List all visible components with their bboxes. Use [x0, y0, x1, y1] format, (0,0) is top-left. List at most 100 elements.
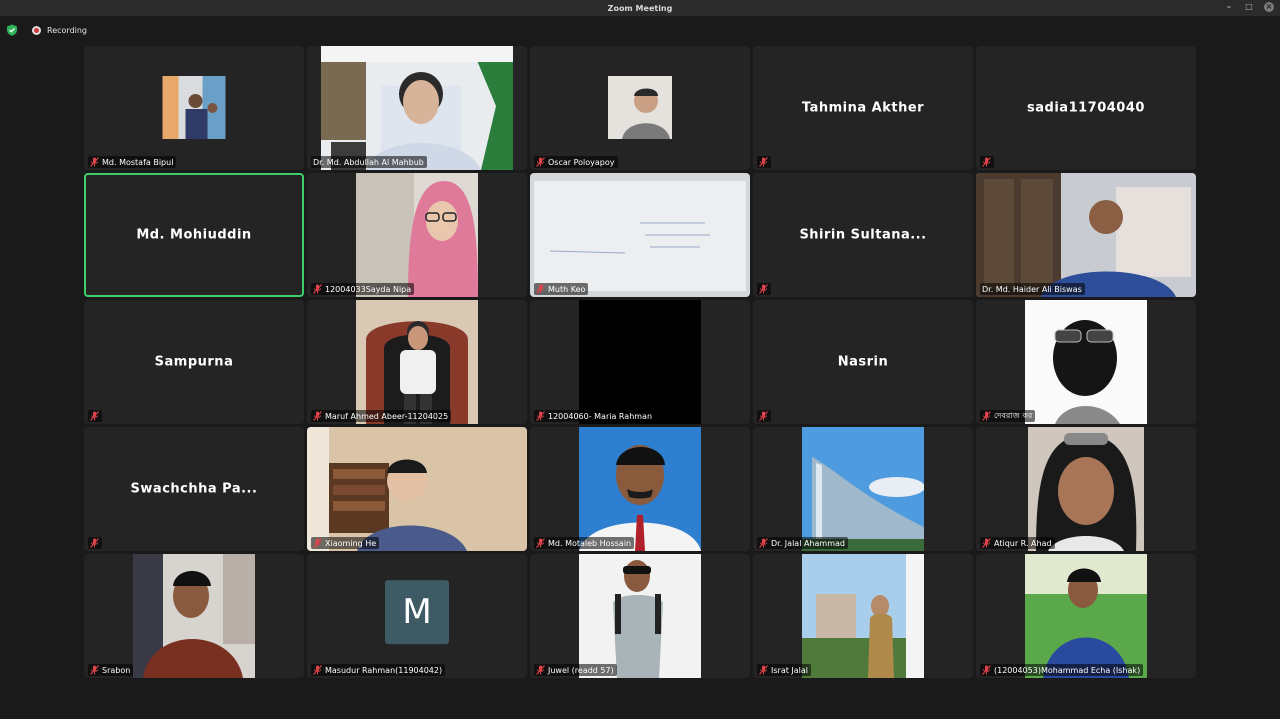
mic-muted-icon [982, 665, 991, 675]
mic-muted-icon [90, 157, 99, 167]
participant-tile[interactable]: Sampurna [84, 300, 304, 424]
participant-name-display: Sampurna [154, 354, 234, 370]
participant-tile[interactable]: Dr. Md. Haider Ali Biswas [976, 173, 1196, 297]
participant-name: Srabon [102, 665, 131, 675]
participant-name: Juwel (readd 57) [548, 665, 614, 675]
participant-video [579, 554, 701, 678]
participant-tile-active-speaker[interactable]: Md. Mohiuddin [84, 173, 304, 297]
participant-tile[interactable]: Md. Motaleb Hossain [530, 427, 750, 551]
participant-tile[interactable]: M Masudur Rahman(11904042) [307, 554, 527, 678]
mic-muted-icon [313, 284, 322, 294]
participant-name-display: Nasrin [837, 354, 889, 370]
participant-tile[interactable]: (12004053)Mohammad Echa (Ishak) [976, 554, 1196, 678]
mic-muted-icon [536, 665, 545, 675]
participant-video [1028, 427, 1144, 551]
mic-muted-icon [982, 411, 991, 421]
participant-video [802, 427, 924, 551]
participant-name: 12004060- Maria Rahman [548, 411, 653, 421]
participant-tile[interactable]: Tahmina Akther [753, 46, 973, 170]
window-controls: – □ × [1224, 2, 1274, 12]
participant-tile[interactable]: Dr. Jalal Ahammad [753, 427, 973, 551]
mic-muted-icon [759, 411, 768, 421]
recording-icon[interactable] [32, 25, 41, 35]
mic-muted-icon [536, 411, 545, 421]
recording-label: Recording [47, 25, 88, 35]
mic-muted-icon [536, 538, 545, 548]
mic-muted-icon [759, 284, 768, 294]
participant-name-display: Swachchha Pa... [130, 481, 258, 497]
participant-tile[interactable]: Oscar Poloyapoy [530, 46, 750, 170]
participant-video [321, 46, 513, 170]
mic-muted-icon [90, 538, 99, 548]
participant-name: Masudur Rahman(11904042) [325, 665, 443, 675]
participant-tile[interactable]: Md. Mostafa Bipul [84, 46, 304, 170]
mic-muted-icon [313, 665, 322, 675]
participant-video [530, 173, 750, 297]
mic-muted-icon [982, 538, 991, 548]
participant-video [608, 76, 672, 139]
participant-tile[interactable]: 12004033Sayda Nipa [307, 173, 527, 297]
participant-name-display: Shirin Sultana... [799, 227, 927, 243]
participant-tile[interactable]: Juwel (readd 57) [530, 554, 750, 678]
participant-video [1025, 300, 1147, 424]
participant-video [579, 427, 701, 551]
participant-tile[interactable]: Swachchha Pa... [84, 427, 304, 551]
participant-name: Dr. Md. Abdullah Al Mahbub [313, 157, 424, 167]
participant-name: Xiaoming He [325, 538, 377, 548]
participant-name: Md. Mostafa Bipul [102, 157, 174, 167]
meeting-toolbar: Recording [0, 16, 1280, 44]
maximize-icon[interactable]: □ [1244, 2, 1254, 12]
mic-muted-icon [759, 538, 768, 548]
participant-tile[interactable]: Dr. Md. Abdullah Al Mahbub [307, 46, 527, 170]
participant-tile[interactable]: দেবরাজ কর [976, 300, 1196, 424]
title-bar: Zoom Meeting – □ × [0, 0, 1280, 16]
participant-name-display: sadia11704040 [1027, 100, 1145, 116]
participant-video [579, 300, 701, 424]
participant-video [356, 300, 478, 424]
mic-muted-icon [759, 157, 768, 167]
participant-name: Oscar Poloyapoy [548, 157, 615, 167]
gallery-grid: Md. Mostafa Bipul Dr. Md. Abdullah Al Ma… [84, 46, 1196, 678]
participant-video [133, 554, 255, 678]
participant-name: Dr. Jalal Ahammad [771, 538, 845, 548]
participant-video [1025, 554, 1147, 678]
participant-name: Maruf Ahmed Abeer-11204025 [325, 411, 449, 421]
participant-name: Atiqur R. Ahad [994, 538, 1052, 548]
mic-muted-icon [90, 411, 99, 421]
mic-muted-icon [90, 665, 99, 675]
participant-name: Dr. Md. Haider Ali Biswas [982, 284, 1082, 294]
participant-video [976, 173, 1196, 297]
mic-muted-icon [536, 284, 545, 294]
participant-video [162, 76, 226, 139]
participant-name: Israt Jalal [771, 665, 809, 675]
participant-tile[interactable]: Muth Keo [530, 173, 750, 297]
participant-tile[interactable]: Srabon [84, 554, 304, 678]
participant-tile[interactable]: Shirin Sultana... [753, 173, 973, 297]
shield-icon[interactable] [6, 24, 18, 36]
mic-muted-icon [313, 538, 322, 548]
participant-tile[interactable]: Maruf Ahmed Abeer-11204025 [307, 300, 527, 424]
participant-name-display: Md. Mohiuddin [136, 227, 252, 243]
participant-tile[interactable]: Nasrin [753, 300, 973, 424]
mic-muted-icon [759, 665, 768, 675]
participant-name-display: Tahmina Akther [801, 100, 925, 116]
participant-name: 12004033Sayda Nipa [325, 284, 412, 294]
participant-name: Muth Keo [548, 284, 586, 294]
participant-tile[interactable]: 12004060- Maria Rahman [530, 300, 750, 424]
participant-tile[interactable]: Israt Jalal [753, 554, 973, 678]
minimize-icon[interactable]: – [1224, 2, 1234, 12]
close-icon[interactable]: × [1264, 2, 1274, 12]
participant-video [802, 554, 924, 678]
participant-video [356, 173, 478, 297]
participant-name: Md. Motaleb Hossain [548, 538, 632, 548]
mic-muted-icon [536, 157, 545, 167]
avatar: M [385, 580, 449, 645]
participant-video [307, 427, 527, 551]
participant-name: (12004053)Mohammad Echa (Ishak) [994, 665, 1141, 675]
participant-tile[interactable]: sadia11704040 [976, 46, 1196, 170]
participant-name: দেবরাজ কর [994, 410, 1033, 420]
mic-muted-icon [313, 411, 322, 421]
participant-tile[interactable]: Xiaoming He [307, 427, 527, 551]
mic-muted-icon [982, 157, 991, 167]
participant-tile[interactable]: Atiqur R. Ahad [976, 427, 1196, 551]
